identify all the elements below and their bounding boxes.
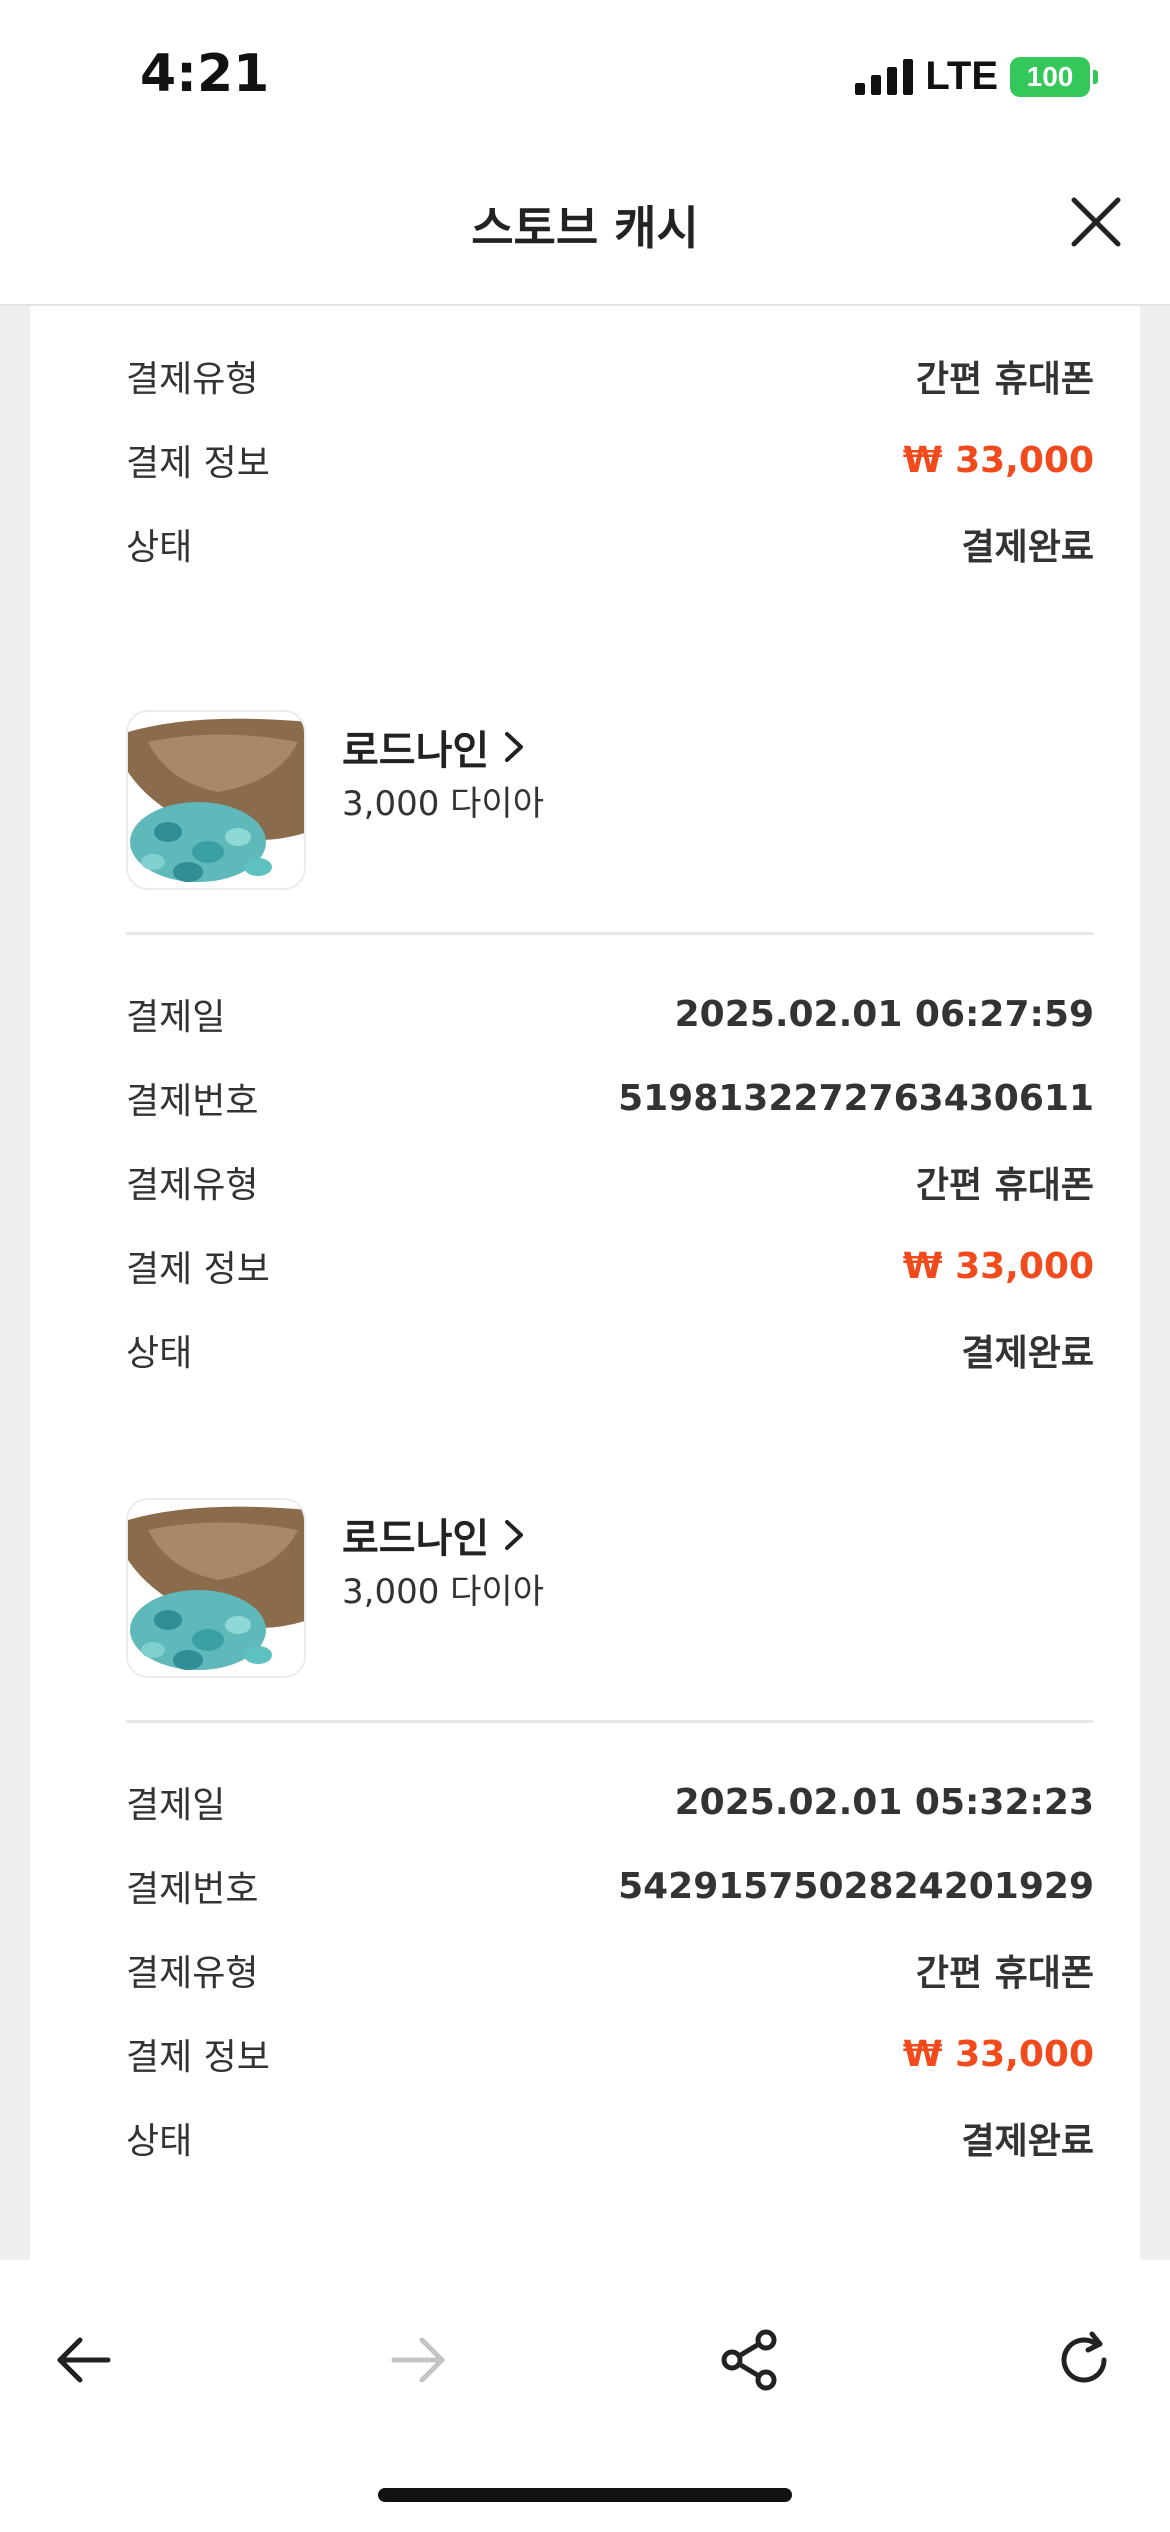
status-time: 4:21: [140, 44, 270, 104]
row-type: 결제유형 간편 휴대폰: [126, 346, 1094, 406]
label-info: 결제 정보: [126, 2037, 270, 2078]
value-price: ₩ 33,000: [902, 439, 1094, 481]
value-type: 간편 휴대폰: [915, 1953, 1094, 1994]
value-price: ₩ 33,000: [902, 1245, 1094, 1287]
close-button[interactable]: [1068, 194, 1124, 250]
refresh-icon: [1061, 2331, 1107, 2383]
product-description: 3,000 다이아: [342, 1572, 544, 1612]
row-status: 상태 결제완료: [126, 2108, 1094, 2168]
label-date: 결제일: [126, 1785, 226, 1826]
back-button[interactable]: [44, 2320, 124, 2400]
divider: [126, 932, 1094, 935]
label-type: 결제유형: [126, 1165, 259, 1206]
share-button[interactable]: [710, 2320, 790, 2400]
signal-icon: [855, 58, 914, 95]
row-date: 결제일 2025.02.01 06:27:59: [126, 984, 1094, 1044]
status-bar: 4:21 LTE 100: [0, 0, 1170, 150]
product-thumbnail: [126, 1498, 306, 1678]
value-status: 결제완료: [961, 527, 1094, 568]
close-icon: [1071, 197, 1121, 247]
diamond-bag-image: [128, 1506, 304, 1670]
status-indicators: LTE 100: [855, 54, 1098, 99]
value-type: 간편 휴대폰: [915, 359, 1094, 400]
label-status: 상태: [126, 2121, 193, 2162]
home-indicator: [378, 2488, 792, 2502]
chevron-right-icon: [505, 1520, 524, 1550]
chevron-right-icon: [505, 732, 524, 762]
product-name-text: 로드나인: [342, 728, 490, 774]
row-info: 결제 정보 ₩ 33,000: [126, 430, 1094, 490]
row-status: 상태 결제완료: [126, 1320, 1094, 1380]
arrow-right-icon: [391, 2337, 445, 2383]
page-header: 스토브 캐시: [0, 150, 1170, 306]
label-number: 결제번호: [126, 1081, 259, 1122]
forward-button[interactable]: [378, 2320, 458, 2400]
label-info: 결제 정보: [126, 443, 270, 484]
row-type: 결제유형 간편 휴대폰: [126, 1152, 1094, 1212]
diamond-bag-image: [128, 718, 304, 882]
row-info: 결제 정보 ₩ 33,000: [126, 1236, 1094, 1296]
value-date: 2025.02.01 05:32:23: [674, 1781, 1094, 1823]
product-name-text: 로드나인: [342, 1516, 490, 1562]
refresh-button[interactable]: [1044, 2320, 1124, 2400]
row-number: 결제번호 5198132272763430611: [126, 1068, 1094, 1128]
share-icon: [721, 2329, 777, 2391]
product-item[interactable]: 로드나인 3,000 다이아: [126, 710, 1026, 890]
product-item[interactable]: 로드나인 3,000 다이아: [126, 1498, 1026, 1678]
product-thumbnail: [126, 710, 306, 890]
value-status: 결제완료: [961, 1333, 1094, 1374]
value-number: 5198132272763430611: [618, 1077, 1094, 1119]
arrow-left-icon: [57, 2337, 111, 2383]
label-number: 결제번호: [126, 1869, 259, 1910]
row-number: 결제번호 5429157502824201929: [126, 1856, 1094, 1916]
page-title: 스토브 캐시: [471, 201, 699, 255]
row-date: 결제일 2025.02.01 05:32:23: [126, 1772, 1094, 1832]
row-type: 결제유형 간편 휴대폰: [126, 1940, 1094, 2000]
label-type: 결제유형: [126, 359, 259, 400]
value-price: ₩ 33,000: [902, 2033, 1094, 2075]
value-date: 2025.02.01 06:27:59: [674, 993, 1094, 1035]
label-status: 상태: [126, 1333, 193, 1374]
label-info: 결제 정보: [126, 1249, 270, 1290]
battery-indicator: 100: [1010, 56, 1098, 97]
label-type: 결제유형: [126, 1953, 259, 1994]
value-type: 간편 휴대폰: [915, 1165, 1094, 1206]
row-status: 상태 결제완료: [126, 514, 1094, 574]
value-status: 결제완료: [961, 2121, 1094, 2162]
label-status: 상태: [126, 527, 193, 568]
product-name[interactable]: 로드나인: [342, 718, 525, 776]
value-number: 5429157502824201929: [618, 1865, 1094, 1907]
product-description: 3,000 다이아: [342, 784, 544, 824]
browser-toolbar: [0, 2260, 1170, 2532]
divider: [126, 1720, 1094, 1723]
product-name[interactable]: 로드나인: [342, 1506, 525, 1564]
label-date: 결제일: [126, 997, 226, 1038]
row-info: 결제 정보 ₩ 33,000: [126, 2024, 1094, 2084]
network-type: LTE: [925, 54, 998, 98]
payment-history-list: 결제유형 간편 휴대폰 결제 정보 ₩ 33,000 상태 결제완료 로드나인 …: [30, 306, 1140, 2260]
